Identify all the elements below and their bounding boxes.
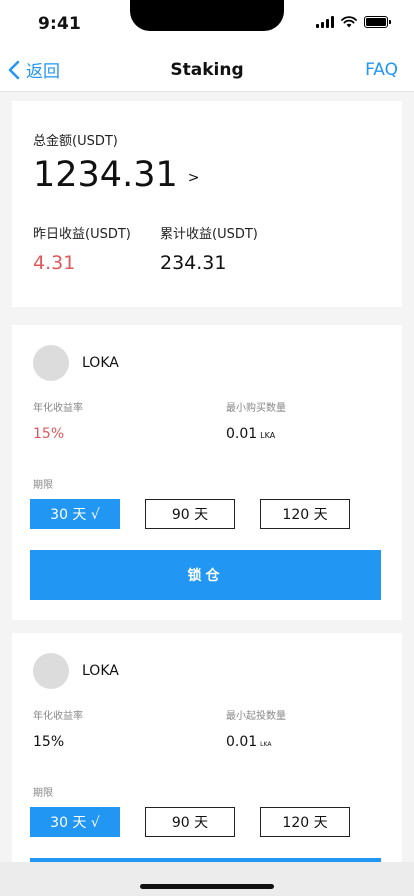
term-option-120-days[interactable]: 120 天: [260, 499, 350, 529]
coin-avatar: [33, 345, 69, 381]
yesterday-earnings-value: 4.31: [33, 252, 76, 274]
min-purchase-value: 0.01 LKA: [226, 426, 275, 442]
min-investment-label: 最小起投数量: [226, 711, 286, 722]
total-amount-row[interactable]: 1234.31 >: [33, 155, 199, 195]
status-icons: [316, 16, 391, 28]
yesterday-earnings-label: 昨日收益(USDT): [33, 227, 131, 242]
term-option-30-days[interactable]: 30 天 √: [30, 807, 120, 837]
cellular-signal-icon: [316, 16, 334, 28]
coin-name: LOKA: [82, 663, 119, 679]
annual-rate-label: 年化收益率: [33, 711, 83, 722]
term-option-120-days[interactable]: 120 天: [260, 807, 350, 837]
staking-product-card: LOKA 年化收益率 最小购买数量 15% 0.01 LKA 期限 30 天 √ …: [12, 325, 402, 620]
home-indicator[interactable]: [140, 884, 274, 889]
annual-rate-label: 年化收益率: [33, 403, 83, 414]
term-option-90-days[interactable]: 90 天: [145, 807, 235, 837]
term-option-30-days[interactable]: 30 天 √: [30, 499, 120, 529]
annual-rate-value: 15%: [33, 426, 65, 442]
total-amount-value: 1234.31: [33, 155, 178, 195]
total-amount-label: 总金额(USDT): [33, 134, 118, 149]
annual-rate-value: 15%: [33, 734, 65, 750]
page-title: Staking: [170, 60, 244, 80]
staking-product-card: LOKA 年化收益率 最小起投数量 15% 0.01 LKA 期限 30 天 √ …: [12, 633, 402, 896]
status-time: 9:41: [38, 14, 82, 34]
battery-icon: [364, 16, 391, 28]
coin-avatar: [33, 653, 69, 689]
total-arrow-icon: >: [187, 170, 200, 186]
cumulative-earnings-value: 234.31: [160, 252, 227, 274]
min-purchase-label: 最小购买数量: [226, 403, 286, 414]
term-label: 期限: [33, 480, 53, 491]
min-unit: LKA: [260, 431, 276, 440]
faq-button[interactable]: FAQ: [365, 60, 398, 80]
lock-button[interactable]: 锁仓: [30, 550, 381, 600]
coin-name: LOKA: [82, 355, 119, 371]
device-notch: [130, 0, 284, 31]
min-investment-value: 0.01 LKA: [226, 734, 271, 750]
home-indicator-area: [0, 862, 414, 896]
term-option-90-days[interactable]: 90 天: [145, 499, 235, 529]
nav-bar: 返回 Staking FAQ: [0, 48, 414, 92]
min-unit: LKA: [260, 741, 272, 748]
min-amount: 0.01: [226, 426, 258, 442]
status-bar: 9:41: [0, 0, 414, 48]
wifi-icon: [341, 16, 357, 28]
min-amount: 0.01: [226, 734, 258, 750]
cumulative-earnings-label: 累计收益(USDT): [160, 227, 258, 242]
balance-summary-card: 总金额(USDT) 1234.31 > 昨日收益(USDT) 累计收益(USDT…: [12, 101, 402, 307]
term-label: 期限: [33, 788, 53, 799]
